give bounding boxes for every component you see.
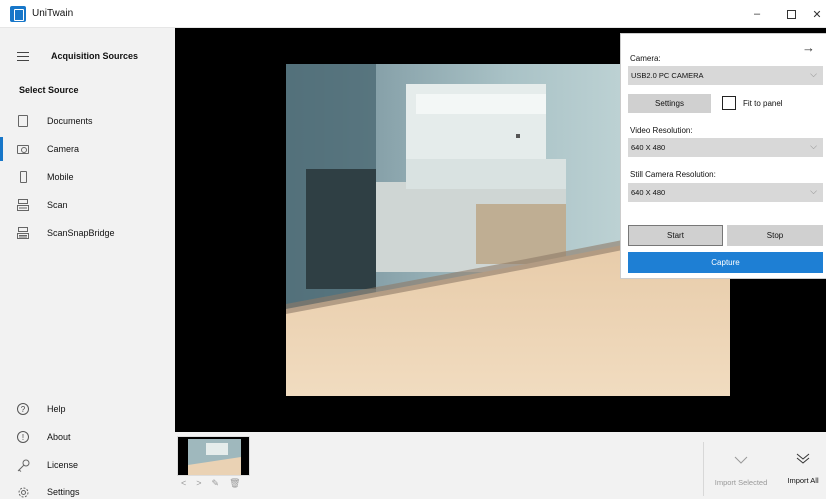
sidebar: Acquisition Sources Select Source Docume… bbox=[0, 28, 175, 499]
help-icon: ? bbox=[16, 402, 30, 416]
about-icon: ! bbox=[16, 430, 30, 444]
camera-label: Camera: bbox=[630, 54, 661, 63]
title-bar: UniTwain – ✕ bbox=[0, 0, 826, 28]
maximize-icon bbox=[786, 9, 796, 19]
sidebar-item-label: Scan bbox=[47, 200, 68, 210]
previous-icon[interactable]: < bbox=[181, 478, 186, 489]
sidebar-item-license[interactable]: License bbox=[0, 453, 175, 477]
maximize-button[interactable] bbox=[774, 0, 808, 28]
sidebar-item-settings[interactable]: Settings bbox=[0, 480, 175, 499]
scanner-icon bbox=[16, 198, 30, 212]
fit-to-panel-label: Fit to panel bbox=[743, 99, 783, 108]
sidebar-header: Acquisition Sources bbox=[0, 44, 175, 68]
next-icon[interactable]: > bbox=[196, 478, 201, 489]
sidebar-item-label: Documents bbox=[47, 116, 93, 126]
sidebar-item-label: Help bbox=[47, 404, 66, 414]
chevron-down-icon: ⌵ bbox=[810, 141, 817, 151]
divider bbox=[703, 442, 704, 496]
hamburger-menu-icon[interactable] bbox=[16, 49, 30, 63]
camera-icon bbox=[16, 142, 30, 156]
sidebar-item-mobile[interactable]: Mobile bbox=[0, 165, 175, 189]
key-icon bbox=[16, 458, 30, 472]
sidebar-item-camera[interactable]: Camera bbox=[0, 137, 175, 161]
import-all-button[interactable]: Import All bbox=[781, 452, 825, 485]
import-all-label: Import All bbox=[787, 476, 819, 485]
video-resolution-select[interactable]: 640 X 480 ⌵ bbox=[628, 138, 823, 157]
still-resolution-value: 640 X 480 bbox=[631, 188, 666, 197]
import-selected-label: Import Selected bbox=[714, 478, 768, 487]
capture-button[interactable]: Capture bbox=[628, 252, 823, 273]
collapse-arrow-icon[interactable]: → bbox=[802, 40, 815, 55]
sidebar-item-label: Settings bbox=[47, 487, 80, 497]
video-resolution-value: 640 X 480 bbox=[631, 143, 666, 152]
gear-icon bbox=[16, 485, 30, 499]
mobile-icon bbox=[16, 170, 30, 184]
fit-to-panel-checkbox[interactable] bbox=[722, 96, 736, 110]
import-selected-button[interactable]: Import Selected bbox=[711, 452, 771, 487]
camera-select-value: USB2.0 PC CAMERA bbox=[631, 71, 704, 80]
sidebar-item-help[interactable]: ? Help bbox=[0, 397, 175, 421]
sidebar-item-label: Camera bbox=[47, 144, 80, 154]
minimize-button[interactable]: – bbox=[740, 0, 774, 28]
selection-indicator bbox=[0, 137, 3, 161]
chevron-down-icon: ⌵ bbox=[810, 186, 817, 196]
camera-select[interactable]: USB2.0 PC CAMERA ⌵ bbox=[628, 66, 823, 85]
window-title: UniTwain bbox=[32, 8, 74, 19]
select-source-label: Select Source bbox=[19, 85, 79, 95]
sidebar-item-label: Mobile bbox=[47, 172, 74, 182]
close-button[interactable]: ✕ bbox=[808, 0, 826, 28]
sidebar-item-about[interactable]: ! About bbox=[0, 425, 175, 449]
sidebar-item-documents[interactable]: Documents bbox=[0, 109, 175, 133]
still-resolution-select[interactable]: 640 X 480 ⌵ bbox=[628, 183, 823, 202]
app-logo-icon bbox=[10, 6, 26, 22]
thumbnail-image[interactable] bbox=[177, 436, 250, 476]
sidebar-title: Acquisition Sources bbox=[51, 51, 139, 61]
camera-panel: → Camera: USB2.0 PC CAMERA ⌵ Settings Fi… bbox=[620, 33, 826, 279]
sidebar-item-scan[interactable]: Scan bbox=[0, 193, 175, 217]
double-chevron-down-icon bbox=[781, 452, 825, 468]
document-icon bbox=[16, 114, 30, 128]
chevron-down-icon: ⌵ bbox=[810, 69, 817, 79]
delete-icon[interactable]: 🗑 bbox=[229, 478, 240, 489]
sidebar-item-label: License bbox=[47, 460, 79, 470]
chevron-down-icon bbox=[711, 452, 771, 468]
scansnap-icon bbox=[16, 226, 30, 240]
stop-button[interactable]: Stop bbox=[727, 225, 823, 246]
settings-button[interactable]: Settings bbox=[628, 94, 711, 113]
edit-icon[interactable]: ✎ bbox=[212, 478, 220, 489]
sidebar-item-scansnapbridge[interactable]: ScanSnapBridge bbox=[0, 221, 175, 245]
video-resolution-label: Video Resolution: bbox=[630, 126, 693, 135]
sidebar-item-label: About bbox=[47, 432, 71, 442]
start-button[interactable]: Start bbox=[628, 225, 723, 246]
thumbnail-strip: < > ✎ 🗑 Import Selected Import All bbox=[175, 432, 826, 499]
thumbnail-toolbar: < > ✎ 🗑 bbox=[181, 478, 241, 489]
sidebar-item-label: ScanSnapBridge bbox=[47, 228, 115, 238]
still-resolution-label: Still Camera Resolution: bbox=[630, 170, 716, 179]
